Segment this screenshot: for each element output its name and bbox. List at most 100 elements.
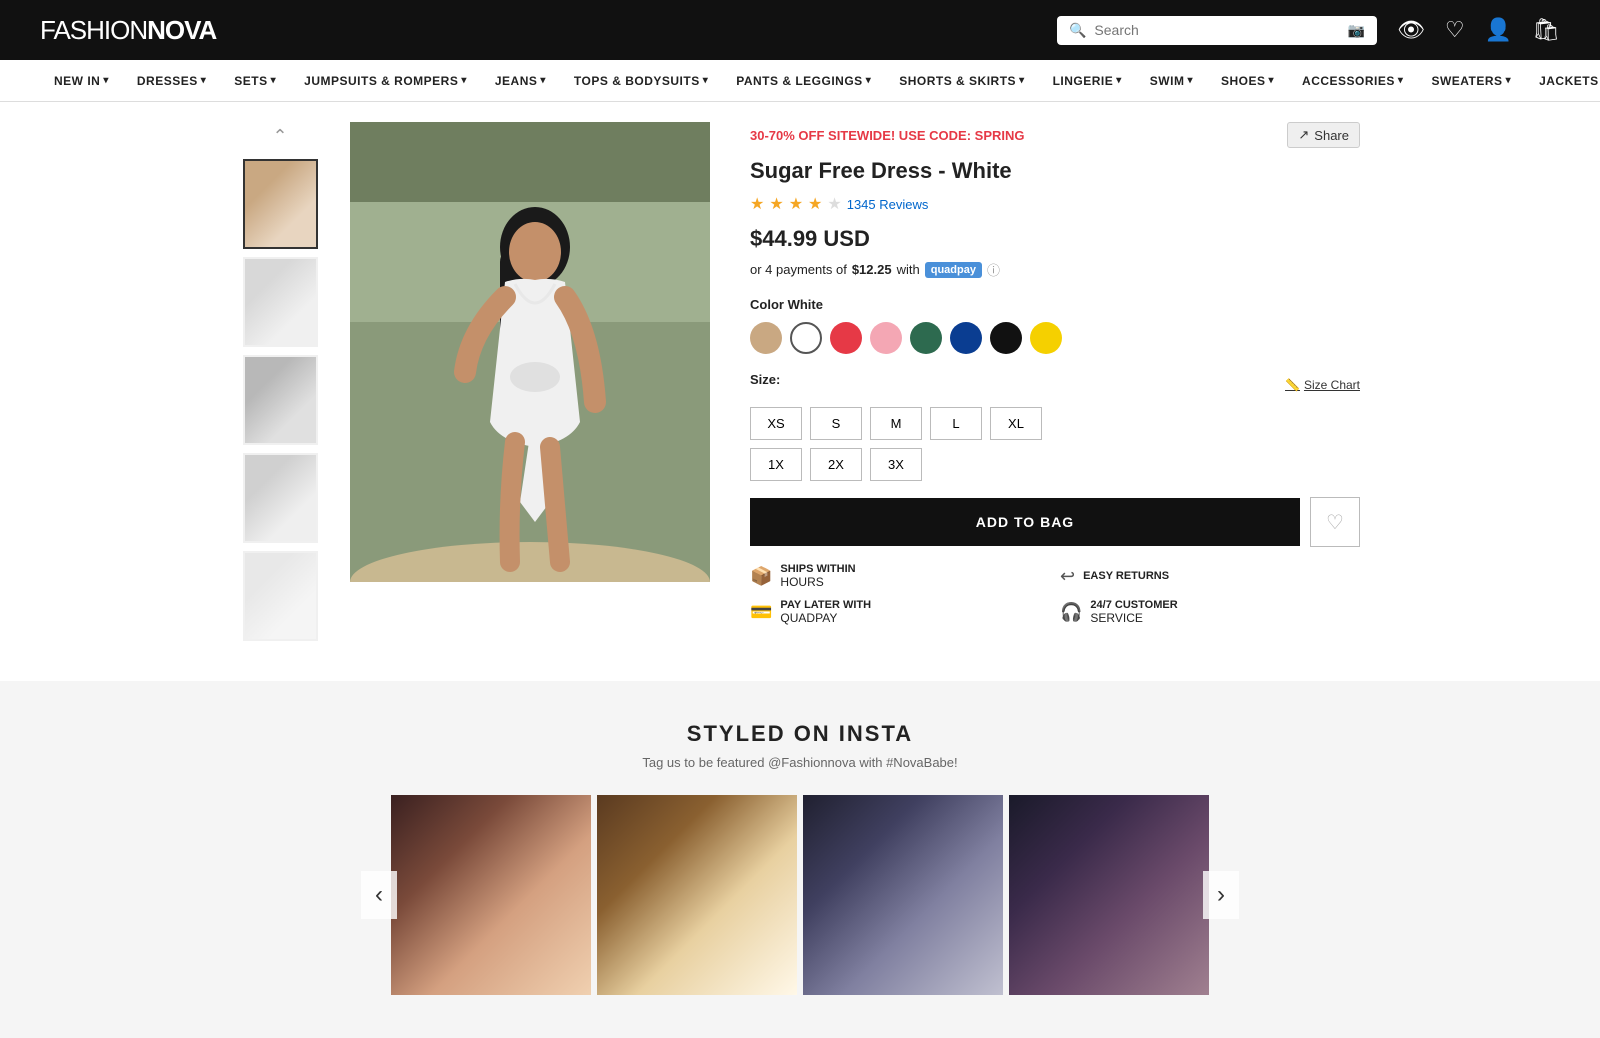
size-buttons-row1: XS S M L XL (750, 407, 1360, 440)
nav-item-sweaters[interactable]: SWEATERS ▾ (1417, 60, 1525, 102)
thumbnail-3[interactable] (243, 355, 318, 445)
heart-icon: ♡ (1326, 510, 1344, 535)
color-swatches (750, 322, 1360, 354)
insta-photo-3[interactable] (803, 795, 1003, 995)
quadpay-badge[interactable]: quadpay (925, 262, 982, 278)
bag-icon[interactable]: 🛍 (1532, 17, 1560, 43)
insta-photo-2[interactable] (597, 795, 797, 995)
color-swatch-blue[interactable] (950, 322, 982, 354)
insta-photo-1[interactable] (391, 795, 591, 995)
insta-section: STYLED ON INSTA Tag us to be featured @F… (0, 681, 1600, 1038)
share-button[interactable]: ↗ Share (1287, 122, 1360, 148)
review-count[interactable]: 1345 Reviews (847, 197, 929, 212)
add-to-bag-button[interactable]: ADD TO BAG (750, 498, 1300, 546)
thumbnail-2[interactable] (243, 257, 318, 347)
nav-item-shorts[interactable]: SHORTS & SKIRTS ▾ (885, 60, 1038, 102)
ruler-icon: 📏 (1285, 378, 1300, 392)
info-icon[interactable]: ⓘ (987, 260, 1000, 279)
logo-light: FASHION (40, 15, 147, 45)
nav-label: JACKETS (1539, 74, 1599, 88)
nav-item-tops[interactable]: TOPS & BODYSUITS ▾ (560, 60, 722, 102)
chevron-down-icon: ▾ (866, 75, 872, 86)
add-to-bag-row: ADD TO BAG ♡ (750, 497, 1360, 547)
eye-icon[interactable]: 👁 (1397, 17, 1425, 43)
insta-prev-button[interactable]: ‹ (361, 871, 397, 919)
star-5: ★ (827, 194, 841, 214)
product-rating: ★ ★ ★ ★ ★ 1345 Reviews (750, 194, 1360, 214)
size-xl[interactable]: XL (990, 407, 1042, 440)
chevron-down-icon: ▾ (1506, 75, 1512, 86)
product-price: $44.99 USD (750, 226, 1360, 252)
thumbnail-4[interactable] (243, 453, 318, 543)
wishlist-button[interactable]: ♡ (1310, 497, 1360, 547)
main-nav: NEW IN ▾ DRESSES ▾ SETS ▾ JUMPSUITS & RO… (0, 60, 1600, 102)
color-swatch-yellow[interactable] (1030, 322, 1062, 354)
camera-icon[interactable]: 📷 (1348, 22, 1365, 39)
color-swatch-white[interactable] (790, 322, 822, 354)
nav-item-jumpsuits[interactable]: JUMPSUITS & ROMPERS ▾ (290, 60, 481, 102)
thumbnail-1[interactable] (243, 159, 318, 249)
nav-item-shoes[interactable]: SHOES ▾ (1207, 60, 1288, 102)
insta-gallery: ‹ › (391, 795, 1209, 995)
header: FASHIONNOVA 🔍 📷 👁 ♡ 👤 🛍 (0, 0, 1600, 60)
size-s[interactable]: S (810, 407, 862, 440)
size-1x[interactable]: 1X (750, 448, 802, 481)
color-swatch-green[interactable] (910, 322, 942, 354)
nav-item-jackets[interactable]: JACKETS ▾ (1525, 60, 1600, 102)
product-page: ⌃ (200, 102, 1400, 661)
size-2x[interactable]: 2X (810, 448, 862, 481)
nav-label: PANTS & LEGGINGS (736, 74, 862, 88)
chevron-down-icon: ▾ (1019, 75, 1025, 86)
search-icon: 🔍 (1069, 22, 1086, 39)
color-swatch-pink[interactable] (870, 322, 902, 354)
nav-label: SETS (234, 74, 267, 88)
account-icon[interactable]: 👤 (1485, 17, 1512, 43)
size-3x[interactable]: 3X (870, 448, 922, 481)
insta-next-button[interactable]: › (1203, 871, 1239, 919)
feature-support: 🎧 24/7 CUSTOMER SERVICE (1060, 599, 1360, 625)
feature-support-title: 24/7 CUSTOMER (1090, 599, 1177, 611)
nav-label: DRESSES (137, 74, 198, 88)
color-swatch-red[interactable] (830, 322, 862, 354)
color-label: Color White (750, 297, 1360, 312)
search-bar[interactable]: 🔍 📷 (1057, 16, 1377, 45)
logo[interactable]: FASHIONNOVA (40, 15, 216, 46)
nav-label: NEW IN (54, 74, 100, 88)
nav-label: SWIM (1150, 74, 1185, 88)
insta-photo-4[interactable] (1009, 795, 1209, 995)
product-title: Sugar Free Dress - White (750, 158, 1360, 184)
size-buttons-row2: 1X 2X 3X (750, 448, 1360, 481)
nav-item-pants[interactable]: PANTS & LEGGINGS ▾ (722, 60, 885, 102)
thumb-scroll-up[interactable]: ⌃ (268, 122, 291, 151)
thumbnail-5[interactable] (243, 551, 318, 641)
nav-item-dresses[interactable]: DRESSES ▾ (123, 60, 220, 102)
size-label: Size: (750, 372, 780, 387)
nav-item-accessories[interactable]: ACCESSORIES ▾ (1288, 60, 1417, 102)
nav-item-sets[interactable]: SETS ▾ (220, 60, 290, 102)
feature-quadpay: 💳 PAY LATER WITH QUADPAY (750, 599, 1050, 625)
size-chart-label: Size Chart (1304, 378, 1360, 392)
size-l[interactable]: L (930, 407, 982, 440)
nav-item-jeans[interactable]: JEANS ▾ (481, 60, 560, 102)
insta-subtitle: Tag us to be featured @Fashionnova with … (40, 755, 1560, 770)
size-xs[interactable]: XS (750, 407, 802, 440)
size-m[interactable]: M (870, 407, 922, 440)
promo-text: 30-70% OFF SITEWIDE! USE CODE: SPRING (750, 128, 1025, 143)
nav-label: SHORTS & SKIRTS (899, 74, 1016, 88)
nav-item-new-in[interactable]: NEW IN ▾ (40, 60, 123, 102)
product-image-svg (350, 122, 710, 582)
nav-item-lingerie[interactable]: LINGERIE ▾ (1039, 60, 1136, 102)
star-4: ★ (808, 194, 822, 214)
size-chart-link[interactable]: 📏 Size Chart (1285, 378, 1360, 392)
size-header: Size: 📏 Size Chart (750, 372, 1360, 397)
star-3: ★ (789, 194, 803, 214)
wishlist-icon[interactable]: ♡ (1445, 17, 1465, 43)
color-swatch-black[interactable] (990, 322, 1022, 354)
search-input[interactable] (1094, 22, 1339, 38)
chevron-down-icon: ▾ (1398, 75, 1404, 86)
share-label: Share (1314, 128, 1349, 143)
insta-title: STYLED ON INSTA (40, 721, 1560, 747)
color-swatch-beige[interactable] (750, 322, 782, 354)
product-main-image (350, 122, 710, 582)
nav-item-swim[interactable]: SWIM ▾ (1136, 60, 1207, 102)
